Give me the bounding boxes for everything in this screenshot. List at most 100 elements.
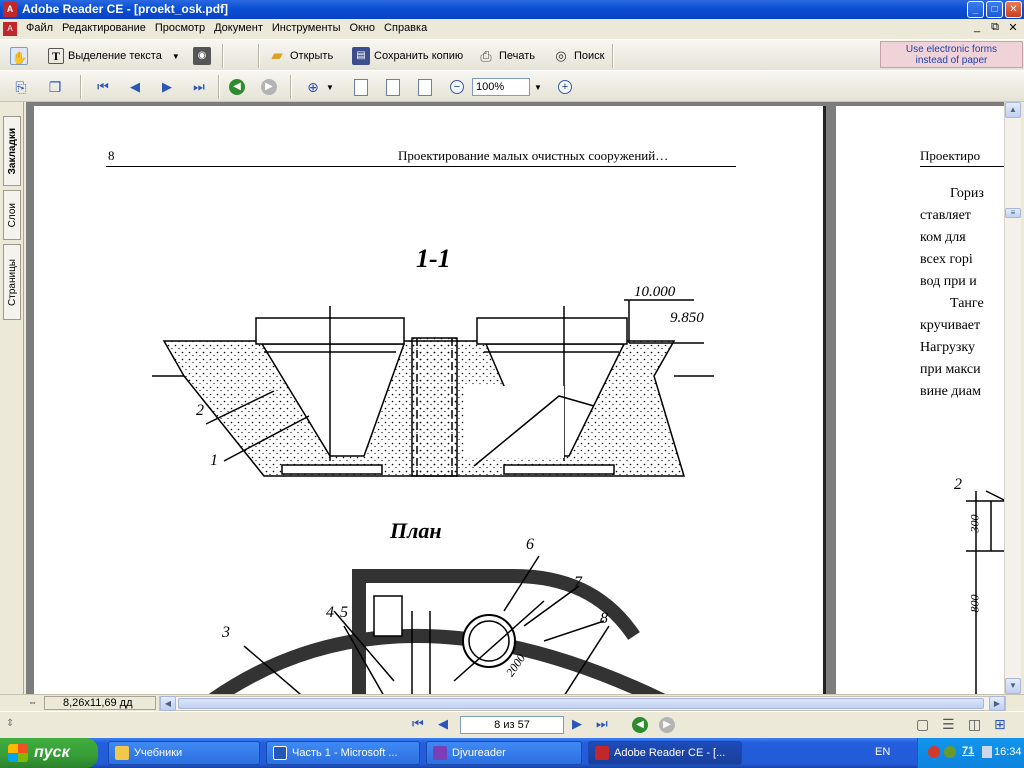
label-4: 4 — [326, 604, 334, 621]
navigation-panel: Закладки Слои Страницы — [0, 102, 24, 712]
start-label: пуск — [34, 744, 70, 761]
clock: 16:34 — [994, 746, 1022, 758]
task-adobe-reader[interactable]: Adobe Reader CE - [... — [588, 741, 742, 765]
zoom-in-button[interactable]: + — [558, 76, 572, 98]
label-1: 1 — [210, 452, 218, 469]
status-first-page-button[interactable]: ⏮ — [412, 716, 424, 732]
task-djvureader[interactable]: Djvureader — [426, 741, 582, 765]
prev-page-button[interactable]: ◀ — [126, 76, 144, 98]
folder-icon — [115, 746, 129, 760]
technical-drawing — [152, 299, 714, 694]
pages-panel-button[interactable]: ⎘ — [12, 76, 30, 98]
network-icon[interactable] — [944, 746, 956, 758]
back-arrow-icon: ◀ — [229, 79, 245, 95]
continuous-icon[interactable]: ☰ — [942, 716, 955, 733]
status-forward-button[interactable]: ▶ — [659, 717, 675, 733]
search-button[interactable]: ◎ Поиск — [552, 45, 604, 67]
menu-view[interactable]: Просмотр — [155, 22, 205, 34]
toolbar-separator — [290, 75, 292, 99]
chevron-down-icon[interactable]: ▼ — [172, 52, 180, 61]
language-indicator[interactable]: EN — [875, 746, 890, 758]
fit-width-button[interactable] — [418, 76, 432, 98]
zoom-out-button[interactable]: − — [450, 76, 464, 98]
menu-document[interactable]: Документ — [214, 22, 263, 34]
fit-page-button[interactable] — [386, 76, 400, 98]
scroll-down-button[interactable]: ▼ — [1005, 678, 1021, 694]
status-last-page-button[interactable]: ⏭ — [596, 716, 608, 732]
floppy-icon: ▤ — [352, 47, 370, 65]
folder-icon: ▰ — [271, 47, 283, 64]
vertical-scrollbar[interactable]: ▲ ≡ ▼ — [1004, 102, 1021, 694]
next-page-button[interactable]: ▶ — [158, 76, 176, 98]
scroll-left-button[interactable]: ◀ — [160, 696, 176, 711]
djvureader-icon — [433, 746, 447, 760]
start-button[interactable]: пуск — [0, 738, 98, 768]
close-button[interactable]: ✕ — [1005, 1, 1022, 18]
last-page-button[interactable]: ⏭ — [190, 76, 208, 98]
maximize-button[interactable]: □ — [986, 1, 1003, 18]
status-back-button[interactable]: ◀ — [632, 717, 648, 733]
horizontal-scroll-thumb[interactable] — [178, 698, 984, 709]
label-7: 7 — [574, 574, 582, 591]
chevron-down-icon[interactable]: ▼ — [534, 83, 542, 92]
status-next-page-button[interactable]: ▶ — [572, 716, 582, 732]
hand-tool-button[interactable]: ✋ — [10, 45, 28, 67]
section-title: 1-1 — [416, 244, 451, 273]
chevron-down-icon[interactable]: ▼ — [326, 83, 334, 92]
zoom-level-input[interactable]: 100% — [472, 78, 530, 96]
go-back-button[interactable]: ◀ — [229, 76, 245, 98]
facing-icon[interactable]: ◫ — [968, 716, 981, 733]
menu-help[interactable]: Справка — [384, 22, 427, 34]
menu-edit[interactable]: Редактирование — [62, 22, 146, 34]
hand-icon: ✋ — [10, 47, 28, 65]
open-button[interactable]: ▰ Открыть — [268, 45, 333, 67]
doc-close-button[interactable]: ✕ — [1006, 21, 1020, 34]
zoom-level-combo[interactable]: 100% ▼ — [472, 76, 542, 98]
menu-tools[interactable]: Инструменты — [272, 22, 341, 34]
electronic-forms-banner[interactable]: Use electronic forms instead of paper — [880, 41, 1023, 68]
doc-minimize-button[interactable]: _ — [970, 21, 984, 34]
document-icon[interactable]: A — [3, 22, 17, 36]
tab-bookmarks-label: Закладки — [6, 127, 18, 175]
menu-window[interactable]: Окно — [349, 22, 375, 34]
zoom-tool-button[interactable]: ⊕ ▼ — [304, 76, 334, 98]
doc-restore-button[interactable]: ⧉ — [988, 21, 1002, 34]
menu-file[interactable]: Файл — [26, 22, 53, 34]
search-label: Поиск — [574, 50, 605, 62]
document-view[interactable]: 8 Проектирование малых очистных сооружен… — [26, 102, 1020, 694]
copy-pages-button[interactable]: ❐ — [46, 76, 64, 98]
fit-width-icon — [418, 78, 432, 96]
single-page-icon[interactable]: ▢ — [916, 716, 929, 733]
plan-title: План — [390, 518, 442, 543]
task-uchebniki[interactable]: Учебники — [108, 741, 260, 765]
page-number-input[interactable]: 8 из 57 — [460, 716, 564, 734]
scroll-right-button[interactable]: ▶ — [989, 696, 1005, 711]
status-prev-page-button[interactable]: ◀ — [438, 716, 448, 732]
select-text-button[interactable]: T Выделение текста ▼ — [48, 45, 180, 67]
scroll-up-button[interactable]: ▲ — [1005, 102, 1021, 118]
right-drawing — [966, 490, 1020, 694]
task-label: Adobe Reader CE - [... — [614, 747, 726, 759]
toolbar-separator — [612, 44, 614, 68]
go-forward-button[interactable]: ▶ — [261, 76, 277, 98]
antivirus-icon[interactable] — [928, 746, 940, 758]
scroll-thumb[interactable]: ≡ — [1005, 208, 1021, 218]
actual-size-button[interactable] — [354, 76, 368, 98]
tab-pages[interactable]: Страницы — [3, 244, 21, 320]
minimize-button[interactable]: _ — [967, 1, 984, 18]
continuous-facing-icon[interactable]: ⊞ — [994, 716, 1006, 733]
zoom-in-magnifier-icon: ⊕ — [307, 79, 319, 95]
print-button[interactable]: ⎙ Печать — [477, 45, 535, 67]
panel-resize-icon[interactable]: ⇔ — [28, 697, 37, 707]
window-title: Adobe Reader CE - [proekt_osk.pdf] — [22, 2, 229, 16]
task-word[interactable]: Часть 1 - Microsoft ... — [266, 741, 420, 765]
horizontal-scrollbar[interactable]: ◀ ▶ — [159, 696, 1006, 711]
first-page-button[interactable]: ⏮ — [94, 76, 112, 98]
snapshot-tool-button[interactable]: ◉ — [193, 45, 211, 67]
tray-counter[interactable]: 71 — [962, 745, 974, 757]
tab-layers[interactable]: Слои — [3, 190, 21, 240]
tray-app-icon[interactable] — [982, 746, 992, 758]
fit-page-icon — [386, 78, 400, 96]
save-copy-button[interactable]: ▤ Сохранить копию — [352, 45, 463, 67]
tab-bookmarks[interactable]: Закладки — [3, 116, 21, 186]
